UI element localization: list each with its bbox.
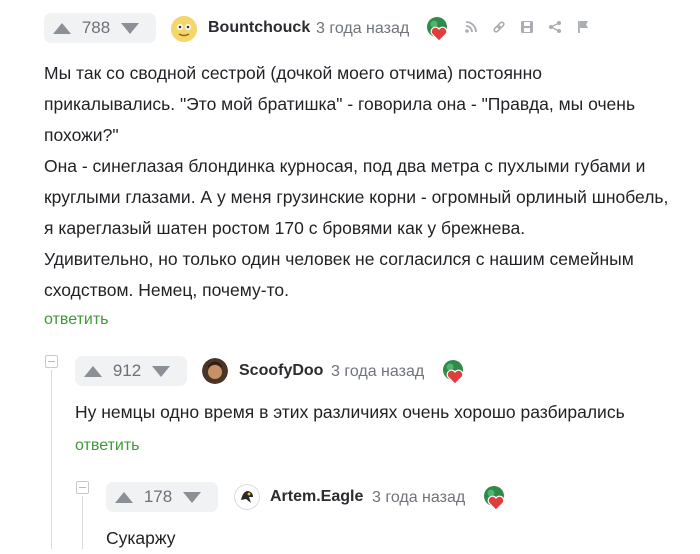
comment-time[interactable]: 3 года назад — [372, 489, 465, 507]
collapse-icon[interactable] — [45, 355, 58, 368]
vote-widget: 912 — [75, 356, 187, 386]
comment-text-line: Удивительно, но только один человек не с… — [44, 249, 634, 269]
reply-link[interactable]: ответить — [44, 311, 109, 329]
vote-up-icon[interactable] — [115, 491, 133, 503]
comment-actions — [464, 20, 590, 38]
comment-text-line: круглыми глазами. А у меня грузинские ко… — [44, 187, 669, 207]
thread-line — [82, 496, 83, 549]
avatar[interactable] — [202, 358, 228, 384]
rating-count: 912 — [112, 361, 142, 380]
vote-widget: 178 — [106, 482, 218, 512]
link-icon[interactable] — [492, 20, 506, 38]
save-icon[interactable] — [520, 20, 534, 38]
avatar[interactable] — [234, 484, 260, 510]
avatar[interactable] — [171, 16, 197, 42]
award-heart-icon[interactable] — [441, 358, 469, 386]
share-icon[interactable] — [548, 20, 562, 38]
comment-text-line: сходством. Немец, почему-то. — [44, 280, 289, 300]
comment-time[interactable]: 3 года назад — [316, 20, 409, 38]
comment-text-line: Она - синеглазая блондинка курносая, под… — [44, 156, 646, 176]
vote-down-icon[interactable] — [152, 365, 170, 377]
rating-count: 788 — [81, 18, 111, 37]
vote-up-icon[interactable] — [84, 365, 102, 377]
comment-text-line: Ну немцы одно время в этих различиях оче… — [75, 402, 625, 422]
comment-text-line: прикалывались. "Это мой братишка" - гово… — [44, 94, 636, 114]
collapse-icon[interactable] — [76, 481, 89, 494]
comment-text-line: Сукаржу — [106, 528, 176, 548]
reply-link[interactable]: ответить — [75, 437, 140, 455]
thread-line — [51, 370, 52, 549]
flag-icon[interactable] — [576, 20, 590, 38]
rating-count: 178 — [143, 487, 173, 506]
comment-author[interactable]: Artem.Eagle — [270, 488, 363, 506]
comment-time[interactable]: 3 года назад — [331, 363, 424, 381]
comment-text-line: Мы так со сводной сестрой (дочкой моего … — [44, 63, 542, 83]
vote-widget: 788 — [44, 13, 156, 43]
vote-down-icon[interactable] — [121, 22, 139, 34]
comment-author[interactable]: Bountchouck — [208, 19, 310, 37]
comment-author[interactable]: ScoofyDoo — [239, 362, 323, 380]
rss-icon[interactable] — [464, 20, 478, 38]
comment-text-line: похожи?" — [44, 125, 119, 145]
comment-text-line: я кареглазый шатен ростом 170 с бровями … — [44, 218, 526, 238]
award-heart-icon[interactable] — [425, 15, 453, 43]
vote-down-icon[interactable] — [183, 491, 201, 503]
award-heart-icon[interactable] — [482, 484, 510, 512]
vote-up-icon[interactable] — [53, 22, 71, 34]
